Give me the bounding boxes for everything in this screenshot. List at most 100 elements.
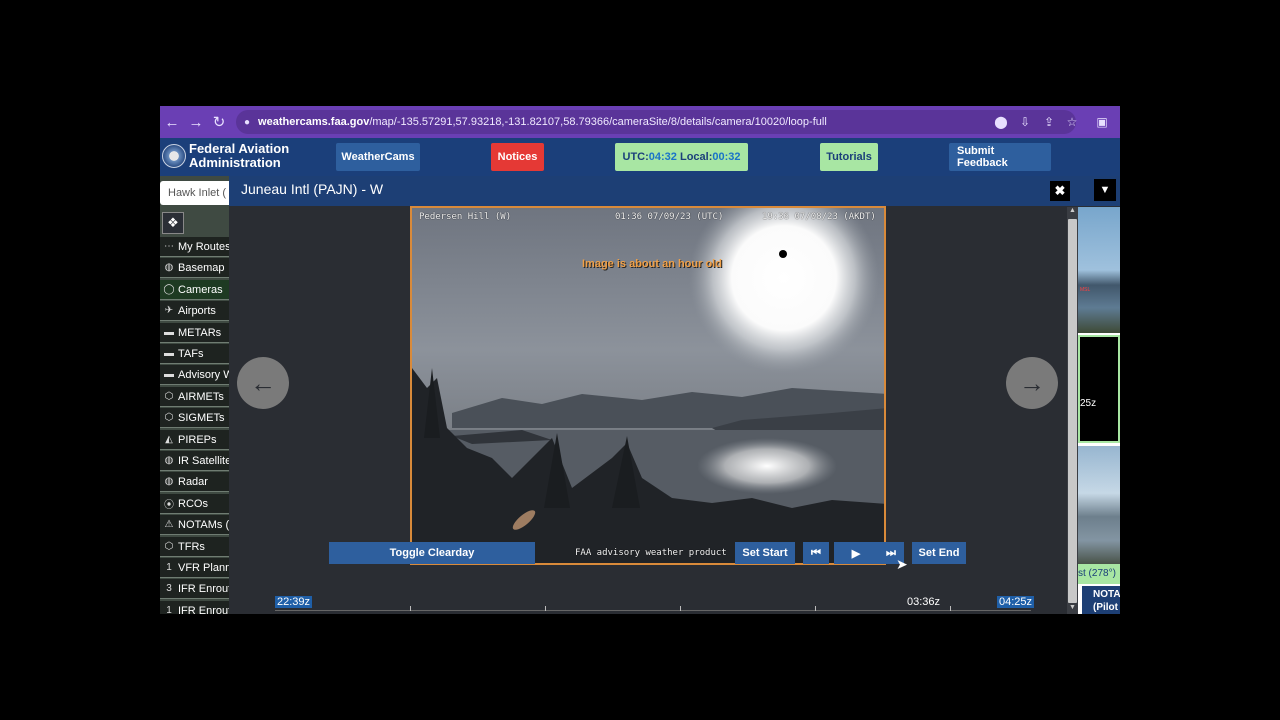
agency-name-line2: Administration — [189, 155, 281, 170]
timeline-current-label: 03:36z — [907, 596, 941, 608]
sidebar-item[interactable]: ⬡ TFRs — [160, 537, 229, 557]
camera-marker — [779, 250, 787, 258]
camera-thumbnail[interactable] — [1078, 446, 1120, 564]
back-icon[interactable]: ← — [160, 110, 184, 134]
camera-footer: FAA advisory weather product — [575, 548, 727, 558]
image-age-warning: Image is about an hour old — [582, 258, 722, 270]
scroll-down-icon[interactable]: ▼ — [1067, 604, 1078, 614]
timeline-start-label: 22:39z — [275, 596, 313, 608]
camera-image: Pedersen Hill (W) 01:36 07/09/23 (UTC) 1… — [410, 206, 886, 565]
modal-title: Juneau Intl (PAJN) - W — [229, 176, 1120, 206]
install-icon[interactable]: ⇩ — [1015, 112, 1035, 132]
sun-glare — [689, 208, 879, 373]
layers-icon[interactable]: ❖ — [162, 212, 184, 234]
url-text: weathercams.faa.gov/map/-135.57291,57.93… — [258, 116, 827, 128]
sidebar-item-label: AIRMETs — [178, 390, 224, 403]
faa-logo — [162, 144, 186, 168]
sidebar-item-label: Airports — [178, 304, 216, 317]
timeline-tick — [680, 606, 681, 611]
taf-icon: ▬ — [164, 348, 174, 359]
sidebar-item[interactable]: ◯ Cameras — [160, 280, 229, 300]
submit-feedback-button[interactable]: Submit Feedback — [949, 143, 1051, 171]
weathercams-button[interactable]: WeatherCams — [336, 143, 420, 171]
metar-icon: ▬ — [164, 327, 174, 338]
sidebar-item[interactable]: ⬡ SIGMETs — [160, 408, 229, 428]
sidebar-item-label: TAFs — [178, 347, 204, 360]
local-time: 00:32 — [712, 151, 741, 163]
tfr-icon: ⬡ — [164, 541, 174, 552]
site-search-input[interactable]: Hawk Inlet ( — [160, 181, 229, 205]
sidebar-item-label: IFR Enroute — [178, 604, 229, 614]
sidebar-item[interactable]: ◭ PIREPs — [160, 430, 229, 450]
timeline-end-label: 04:25z — [997, 596, 1035, 608]
radar-icon: ◍ — [164, 476, 174, 487]
chart-3-icon: 3 — [166, 583, 172, 594]
sidebar-item[interactable]: ▬ TAFs — [160, 344, 229, 364]
sidebar-item-label: RCOs — [178, 497, 208, 510]
tutorials-button[interactable]: Tutorials — [820, 143, 878, 171]
utc-label: UTC: — [622, 151, 649, 163]
timeline-tick — [545, 606, 546, 611]
step-back-icon[interactable]: ⏮ — [803, 542, 829, 564]
location-icon[interactable]: ⬤ — [991, 112, 1011, 132]
modal-scrollbar[interactable]: ▲ ▼ — [1067, 207, 1078, 614]
antenna-icon: ⦿ — [164, 500, 174, 511]
set-end-button[interactable]: Set End — [912, 542, 966, 564]
camera-thumbnail-selected[interactable]: 25z — [1078, 335, 1120, 443]
sidebar-item[interactable]: ◍ IR Satellite — [160, 451, 229, 471]
globe-icon: ◍ — [164, 262, 174, 273]
thumbnail-time: 25z — [1080, 398, 1097, 409]
sidepanel-icon[interactable]: ▣ — [1092, 112, 1112, 132]
reload-icon[interactable]: ↻ — [207, 110, 231, 134]
pirep-icon: ◭ — [165, 434, 173, 445]
close-icon[interactable]: ✖ — [1050, 181, 1070, 201]
address-bar[interactable]: ● weathercams.faa.gov/map/-135.57291,57.… — [236, 110, 1076, 134]
sidebar-item[interactable]: ⋯ My Routes — [160, 237, 229, 257]
sigmet-icon: ⬡ — [164, 412, 174, 423]
notices-button[interactable]: Notices — [491, 143, 544, 171]
toggle-clearday-button[interactable]: Toggle Clearday — [329, 542, 535, 564]
sidebar-item[interactable]: ✈ Airports — [160, 301, 229, 321]
sidebar-item-label: IFR Enroute (Low) — [178, 582, 229, 595]
layers-sidebar: Hawk Inlet ( ❖ ⋯ My Routes ◍ Basemap ◯ Camera… — [160, 176, 229, 614]
sidebar-item[interactable]: 1 IFR Enroute — [160, 601, 229, 614]
play-icon[interactable]: ▶ — [834, 542, 878, 564]
timeline-track[interactable] — [275, 610, 1031, 611]
sidebar-item[interactable]: 3 IFR Enroute (Low) — [160, 579, 229, 599]
chevron-down-icon[interactable]: ▼ — [1094, 179, 1116, 201]
sidebar-item[interactable]: ⦿ RCOs — [160, 494, 229, 514]
route-icon: ⋯ — [164, 241, 174, 252]
timeline-tick — [410, 606, 411, 611]
sidebar-item[interactable]: ▬ Advisory Weather — [160, 365, 229, 385]
sidebar-item[interactable]: 1 VFR Planning — [160, 558, 229, 578]
camera-thumbnail[interactable]: MSL — [1078, 207, 1120, 333]
sidebar-item[interactable]: ◍ Basemap — [160, 258, 229, 278]
scrollbar-thumb[interactable] — [1068, 219, 1077, 603]
chart-1-icon: 1 — [166, 562, 172, 573]
notams-tab-line1: NOTA — [1093, 589, 1120, 600]
scroll-up-icon[interactable]: ▲ — [1067, 207, 1078, 217]
warning-icon: ⚠ — [164, 519, 174, 530]
sidebar-item[interactable]: ⬡ AIRMETs — [160, 387, 229, 407]
chart-1-icon: 1 — [166, 605, 172, 614]
next-camera-arrow-icon[interactable]: → — [1006, 357, 1058, 409]
bookmark-star-icon[interactable]: ☆ — [1062, 112, 1082, 132]
mouse-cursor-icon: ➤ — [896, 556, 908, 572]
app-header: Federal Aviation Administration WeatherC… — [160, 138, 1120, 176]
water-glint — [697, 438, 837, 494]
forward-icon[interactable]: → — [184, 110, 208, 134]
browser-toolbar: ← → ↻ ● weathercams.faa.gov/map/-135.572… — [160, 106, 1120, 138]
sidebar-item[interactable]: ▬ METARs — [160, 323, 229, 343]
sidebar-item-label: My Routes — [178, 240, 229, 253]
previous-camera-arrow-icon[interactable]: ← — [237, 357, 289, 409]
agency-name: Federal Aviation Administration — [189, 142, 289, 170]
sidebar-item[interactable]: ◍ Radar — [160, 472, 229, 492]
sidebar-item[interactable]: ⚠ NOTAMs (PilotWeb) — [160, 515, 229, 535]
share-icon[interactable]: ⇪ — [1039, 112, 1059, 132]
sidebar-item-label: Advisory Weather — [178, 368, 229, 381]
time-display[interactable]: UTC: 04:32 Local: 00:32 — [615, 143, 748, 171]
timeline-tick — [815, 606, 816, 611]
set-start-button[interactable]: Set Start — [735, 542, 795, 564]
notams-panel-tab[interactable]: NOTA (Pilot — [1082, 586, 1120, 614]
loop-timeline[interactable]: 22:39z 03:36z 04:25z — [275, 589, 1035, 614]
